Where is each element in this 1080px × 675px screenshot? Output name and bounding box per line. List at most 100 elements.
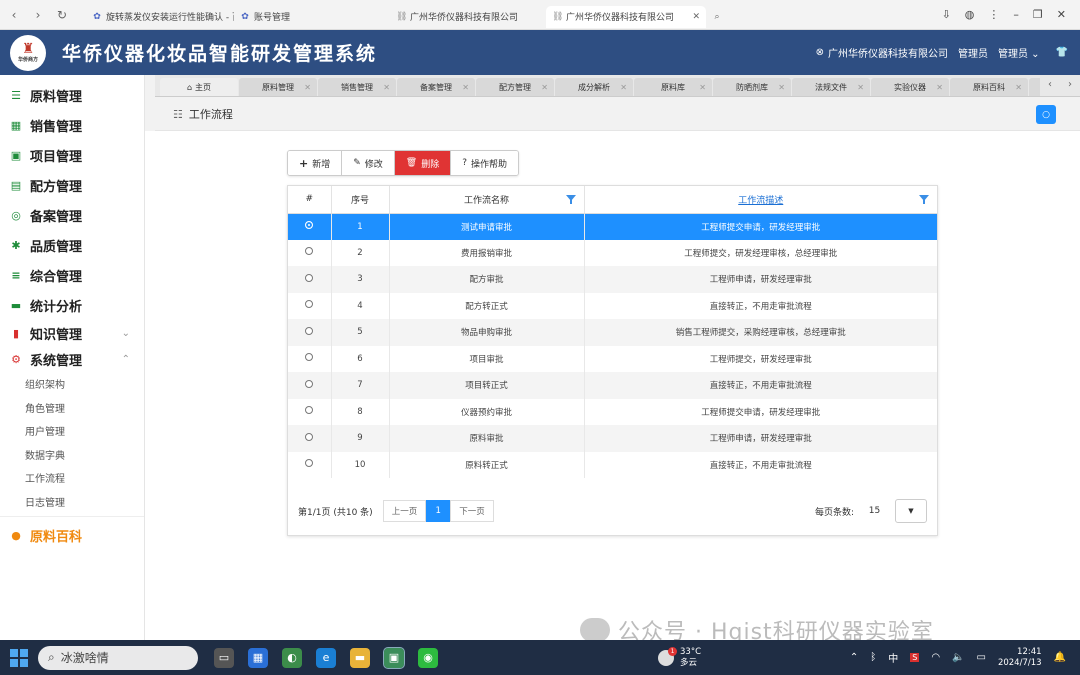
volume-icon[interactable]: 🔈	[952, 652, 964, 663]
store-icon[interactable]: ▦	[248, 647, 268, 668]
row-radio-cell[interactable]	[288, 266, 332, 293]
table-row[interactable]: 6 项目审批 工程师提交，研发经理审批	[288, 345, 937, 372]
refresh-icon[interactable]: ↻	[56, 8, 68, 22]
row-radio[interactable]	[305, 300, 314, 309]
row-radio-cell[interactable]	[288, 292, 332, 319]
sidebar-item-encyclopedia[interactable]: ● 原料百科	[0, 520, 144, 550]
page-tab[interactable]: 法规文件 ✕	[792, 78, 870, 96]
page-tab[interactable]: 配方管理 ✕	[476, 78, 554, 96]
table-row[interactable]: 3 配方审批 工程师申请，研发经理审批	[288, 266, 937, 293]
table-row[interactable]: 8 仪器预约审批 工程师提交申请，研发经理审批	[288, 398, 937, 425]
row-radio-cell[interactable]	[288, 319, 332, 346]
sidebar-item-materials[interactable]: ☰ 原料管理	[0, 80, 144, 110]
sidebar-item-knowledge[interactable]: ▮ 知识管理 ⌄	[0, 320, 144, 346]
sidebar-item-general[interactable]: ≡ 综合管理	[0, 260, 144, 290]
close-icon[interactable]: ✕	[699, 83, 706, 92]
more-icon[interactable]: ⋮	[988, 8, 999, 21]
table-row[interactable]: 2 费用报销审批 工程师提交，研发经理审核，总经理审批	[288, 239, 937, 266]
download-icon[interactable]: ⇩	[942, 8, 951, 21]
close-icon[interactable]: ✕	[304, 83, 311, 92]
back-icon[interactable]: ‹	[8, 8, 20, 22]
table-row[interactable]: 10 原料转正式 直接转正，不用走审批流程	[288, 451, 937, 478]
sidebar-sub-dictionary[interactable]: 数据字典	[0, 443, 144, 467]
wechat-app-icon[interactable]: ◉	[418, 647, 438, 668]
close-icon[interactable]: ✕	[620, 83, 627, 92]
row-radio[interactable]	[305, 221, 314, 229]
table-row[interactable]: 4 配方转正式 直接转正，不用走审批流程	[288, 292, 937, 319]
notification-icon[interactable]: 🔔	[1054, 652, 1066, 663]
close-icon[interactable]: ✕	[857, 83, 864, 92]
close-icon[interactable]: ✕	[1015, 83, 1022, 92]
row-radio-cell[interactable]	[288, 425, 332, 452]
page-tab[interactable]: 防晒剂库 ✕	[713, 78, 791, 96]
row-radio[interactable]	[305, 247, 314, 256]
sidebar-sub-users[interactable]: 用户管理	[0, 419, 144, 443]
globe-icon[interactable]: ◍	[965, 8, 975, 21]
row-radio-cell[interactable]	[288, 451, 332, 478]
bluetooth-icon[interactable]: ᛒ	[870, 652, 876, 663]
widgets-icon[interactable]: ◐	[282, 647, 302, 668]
page-tab[interactable]: 原料管理 ✕	[239, 78, 317, 96]
wifi-icon[interactable]: ◠	[931, 652, 940, 663]
row-radio-cell[interactable]	[288, 372, 332, 399]
ime-indicator[interactable]: 中	[888, 650, 898, 665]
battery-icon[interactable]: ▭	[977, 652, 986, 663]
shirt-icon[interactable]: 👕	[1056, 47, 1068, 58]
row-radio[interactable]	[305, 326, 314, 335]
edge-icon[interactable]: e	[316, 647, 336, 668]
close-icon[interactable]: ✕	[778, 83, 785, 92]
sidebar-item-sales[interactable]: ▦ 销售管理	[0, 110, 144, 140]
filter-icon[interactable]	[565, 195, 576, 204]
weather-widget[interactable]: 1 33°C 多云	[658, 646, 701, 669]
forward-icon[interactable]: ›	[32, 8, 44, 22]
row-radio[interactable]	[305, 379, 314, 388]
close-window-icon[interactable]: ✕	[1057, 8, 1066, 21]
sidebar-item-formulas[interactable]: ▤ 配方管理	[0, 170, 144, 200]
chevron-up-icon[interactable]: ⌃	[850, 652, 858, 663]
sidebar-sub-workflow[interactable]: 工作流程	[0, 466, 144, 490]
sidebar-sub-org[interactable]: 组织架构	[0, 372, 144, 396]
table-row[interactable]: 1 测试申请审批 工程师提交申请，研发经理审批	[288, 213, 937, 240]
minimize-icon[interactable]: –	[1013, 8, 1019, 21]
admin-link[interactable]: 管理员	[958, 45, 988, 60]
close-icon[interactable]: ✕	[383, 83, 390, 92]
filter-icon[interactable]	[919, 195, 929, 204]
browser-tab[interactable]: ✿ 旋转蒸发仪安装运行性能确认 - 百	[86, 6, 234, 28]
page-tab[interactable]: 成分解析 ✕	[555, 78, 633, 96]
app-tray-icon[interactable]: S	[910, 653, 920, 662]
browser-tab[interactable]: ⛓ 广州华侨仪器科技有限公司	[390, 6, 546, 28]
chevron-left-icon[interactable]: ‹	[1040, 75, 1060, 96]
close-icon[interactable]: ✕	[692, 12, 700, 22]
page-tab[interactable]: 原料百科 ✕	[950, 78, 1028, 96]
row-radio-cell[interactable]	[288, 239, 332, 266]
sidebar-item-projects[interactable]: ▣ 项目管理	[0, 140, 144, 170]
terminal-icon[interactable]: ▣	[383, 646, 405, 669]
table-row[interactable]: 9 原料审批 工程师申请，研发经理审批	[288, 425, 937, 452]
row-radio-cell[interactable]	[288, 213, 332, 240]
sidebar-sub-roles[interactable]: 角色管理	[0, 396, 144, 420]
page-tab[interactable]: 原料库 ✕	[634, 78, 712, 96]
sidebar-item-quality[interactable]: ✱ 品质管理	[0, 230, 144, 260]
sidebar-item-system[interactable]: ⚙ 系统管理 ⌃	[0, 346, 144, 372]
refresh-button[interactable]: ○	[1036, 105, 1056, 124]
page-tab-home[interactable]: ⌂ 主页	[160, 78, 238, 96]
prev-page-button[interactable]: 上一页	[382, 500, 427, 522]
page-tab[interactable]: 实验仪器 ✕	[871, 78, 949, 96]
task-view-icon[interactable]: ▭	[214, 647, 234, 668]
sidebar-item-statistics[interactable]: ▬ 统计分析	[0, 290, 144, 320]
page-tab[interactable]: 备案管理 ✕	[397, 78, 475, 96]
close-icon[interactable]: ✕	[462, 83, 469, 92]
windows-start-icon[interactable]	[10, 648, 28, 667]
browser-tab-active[interactable]: ⛓ 广州华侨仪器科技有限公司 ✕	[546, 5, 706, 28]
browser-tab[interactable]: ✿ 账号管理	[234, 6, 390, 28]
chevron-right-icon[interactable]: ›	[1060, 75, 1080, 96]
taskbar-search[interactable]: ⌕ 冰激啥情	[38, 645, 198, 670]
close-icon[interactable]: ✕	[936, 83, 943, 92]
column-header-description[interactable]: 工作流描述	[584, 186, 937, 214]
sidebar-item-filing[interactable]: ◎ 备案管理	[0, 200, 144, 230]
next-page-button[interactable]: 下一页	[450, 500, 494, 522]
column-header-name[interactable]: 工作流名称	[389, 186, 585, 214]
row-radio-cell[interactable]	[288, 398, 332, 425]
row-radio-cell[interactable]	[288, 345, 332, 372]
company-name[interactable]: 广州华侨仪器科技有限公司	[828, 45, 948, 60]
